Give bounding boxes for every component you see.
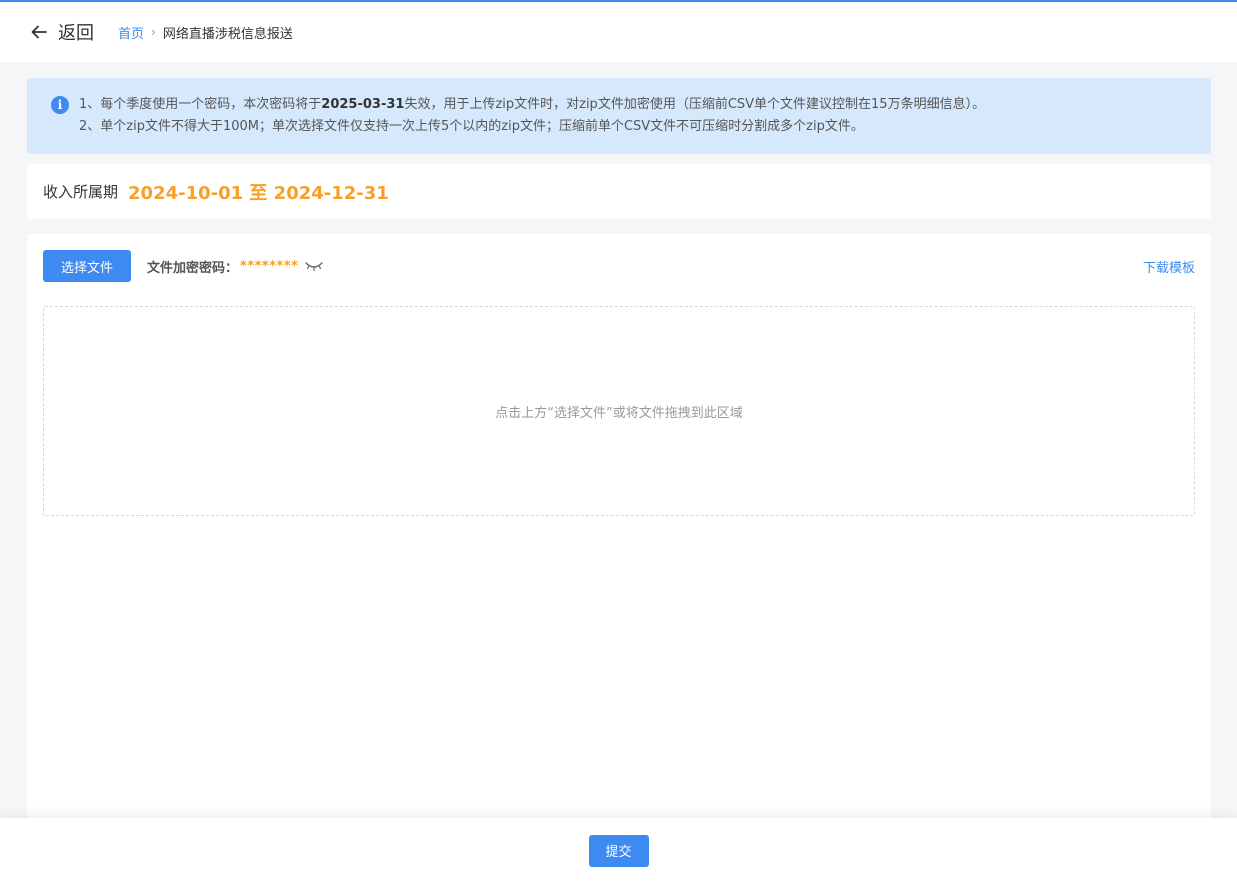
password-value: ******** [240, 258, 299, 274]
dropzone-hint: 点击上方“选择文件”或将文件拖拽到此区域 [495, 405, 743, 421]
income-period-value: 2024-10-01 至 2024-12-31 [128, 182, 389, 204]
notice-line-1: 1、每个季度使用一个密码，本次密码将于2025-03-31失效，用于上传zip文… [79, 94, 985, 116]
page-header: 返回 首页 › 网络直播涉税信息报送 [0, 2, 1237, 62]
notice-line-1-suffix: 失效，用于上传zip文件时，对zip文件加密使用（压缩前CSV单个文件建议控制在… [404, 97, 986, 112]
notice-expiry-date: 2025-03-31 [321, 97, 405, 112]
breadcrumb-current: 网络直播涉税信息报送 [162, 26, 293, 42]
info-icon: i [51, 96, 69, 114]
download-template-link[interactable]: 下载模板 [1143, 257, 1195, 276]
back-button[interactable]: 返回 [29, 19, 94, 45]
back-label: 返回 [58, 23, 94, 44]
breadcrumb: 首页 › 网络直播涉税信息报送 [118, 23, 293, 42]
income-period-label: 收入所属期 [43, 183, 119, 201]
eye-closed-icon[interactable] [304, 260, 324, 272]
submit-button[interactable]: 提交 [588, 834, 649, 867]
page-footer: 提交 [0, 818, 1237, 883]
password-label: 文件加密密码： [147, 260, 239, 276]
select-file-button[interactable]: 选择文件 [43, 250, 131, 282]
notice-banner: i 1、每个季度使用一个密码，本次密码将于2025-03-31失效，用于上传zi… [27, 78, 1211, 154]
upload-panel: 选择文件 文件加密密码： ******** 下载模板 点击上方“选择文件”或将文… [27, 234, 1211, 834]
breadcrumb-home-link[interactable]: 首页 [118, 23, 144, 42]
notice-line-2: 2、单个zip文件不得大于100M；单次选择文件仅支持一次上传5个以内的zip文… [79, 119, 864, 134]
notice-line-1-prefix: 1、每个季度使用一个密码，本次密码将于 [79, 97, 322, 112]
upload-toolbar: 选择文件 文件加密密码： ******** 下载模板 [43, 250, 1195, 282]
breadcrumb-separator-icon: › [151, 25, 156, 39]
income-period-card: 收入所属期 2024-10-01 至 2024-12-31 [27, 164, 1211, 219]
arrow-left-icon [31, 25, 47, 39]
notice-text: 1、每个季度使用一个密码，本次密码将于2025-03-31失效，用于上传zip文… [79, 94, 985, 154]
file-dropzone[interactable]: 点击上方“选择文件”或将文件拖拽到此区域 [43, 306, 1195, 516]
